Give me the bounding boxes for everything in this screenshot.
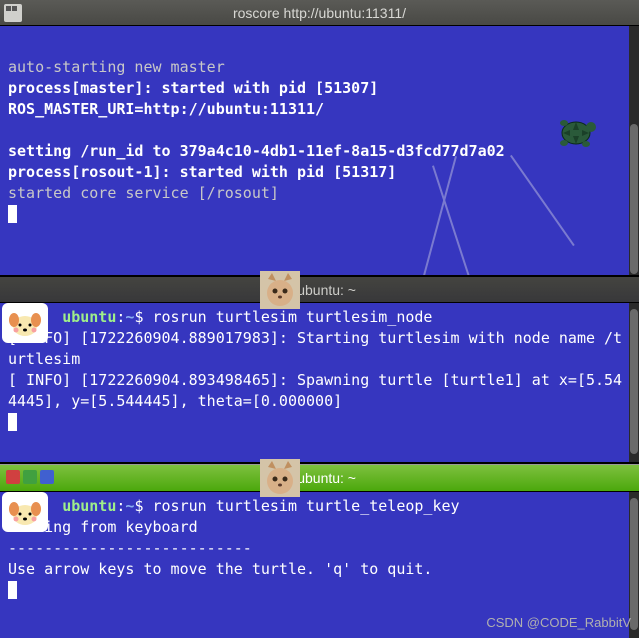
roscore-process-rosout: process[rosout-1]: started with pid [513… (8, 162, 631, 183)
node-info1: [ INFO] [1722260904.889017983]: Starting… (8, 328, 631, 370)
window-grid-icon[interactable] (4, 4, 22, 22)
cat-avatar-icon (260, 459, 300, 497)
roscore-title: roscore http://ubuntu:11311/ (233, 5, 406, 21)
teleop-command: rosrun turtlesim turtle_teleop_key (153, 497, 460, 515)
cat-avatar-icon (260, 271, 300, 309)
teleop-reading: Reading from keyboard (8, 517, 631, 538)
node-scrollbar[interactable] (629, 303, 639, 462)
teleop-titlebar[interactable]: @ubuntu: ~ (0, 464, 639, 492)
roscore-titlebar[interactable]: roscore http://ubuntu:11311/ (0, 0, 639, 26)
node-command: rosrun turtlesim turtlesim_node (153, 308, 433, 326)
cursor-icon (8, 205, 17, 223)
window-buttons[interactable] (6, 470, 54, 484)
roscore-scrollbar[interactable] (629, 26, 639, 275)
node-terminal[interactable]: ubuntu:~$ rosrun turtlesim turtlesim_nod… (0, 303, 639, 462)
turtle-icon (553, 111, 599, 151)
prompt-host: ubuntu (62, 497, 116, 515)
cursor-icon (8, 413, 17, 431)
cursor-icon (8, 581, 17, 599)
roscore-master-uri: ROS_MASTER_URI=http://ubuntu:11311/ (8, 99, 631, 120)
prompt-host: ubuntu (62, 308, 116, 326)
teleop-instruct: Use arrow keys to move the turtle. 'q' t… (8, 559, 631, 580)
watermark: CSDN @CODE_RabbitV (486, 615, 631, 630)
node-titlebar[interactable]: @ubuntu: ~ (0, 277, 639, 303)
node-info2: [ INFO] [1722260904.893498465]: Spawning… (8, 370, 631, 412)
teleop-dashes: --------------------------- (8, 538, 631, 559)
dog-badge-icon (2, 492, 48, 532)
roscore-autostart: auto-starting new master (8, 57, 631, 78)
roscore-terminal[interactable]: auto-starting new master process[master]… (0, 26, 639, 275)
roscore-runid: setting /run_id to 379a4c10-4db1-11ef-8a… (8, 141, 631, 162)
roscore-process-master: process[master]: started with pid [51307… (8, 78, 631, 99)
dog-badge-icon (2, 303, 48, 343)
